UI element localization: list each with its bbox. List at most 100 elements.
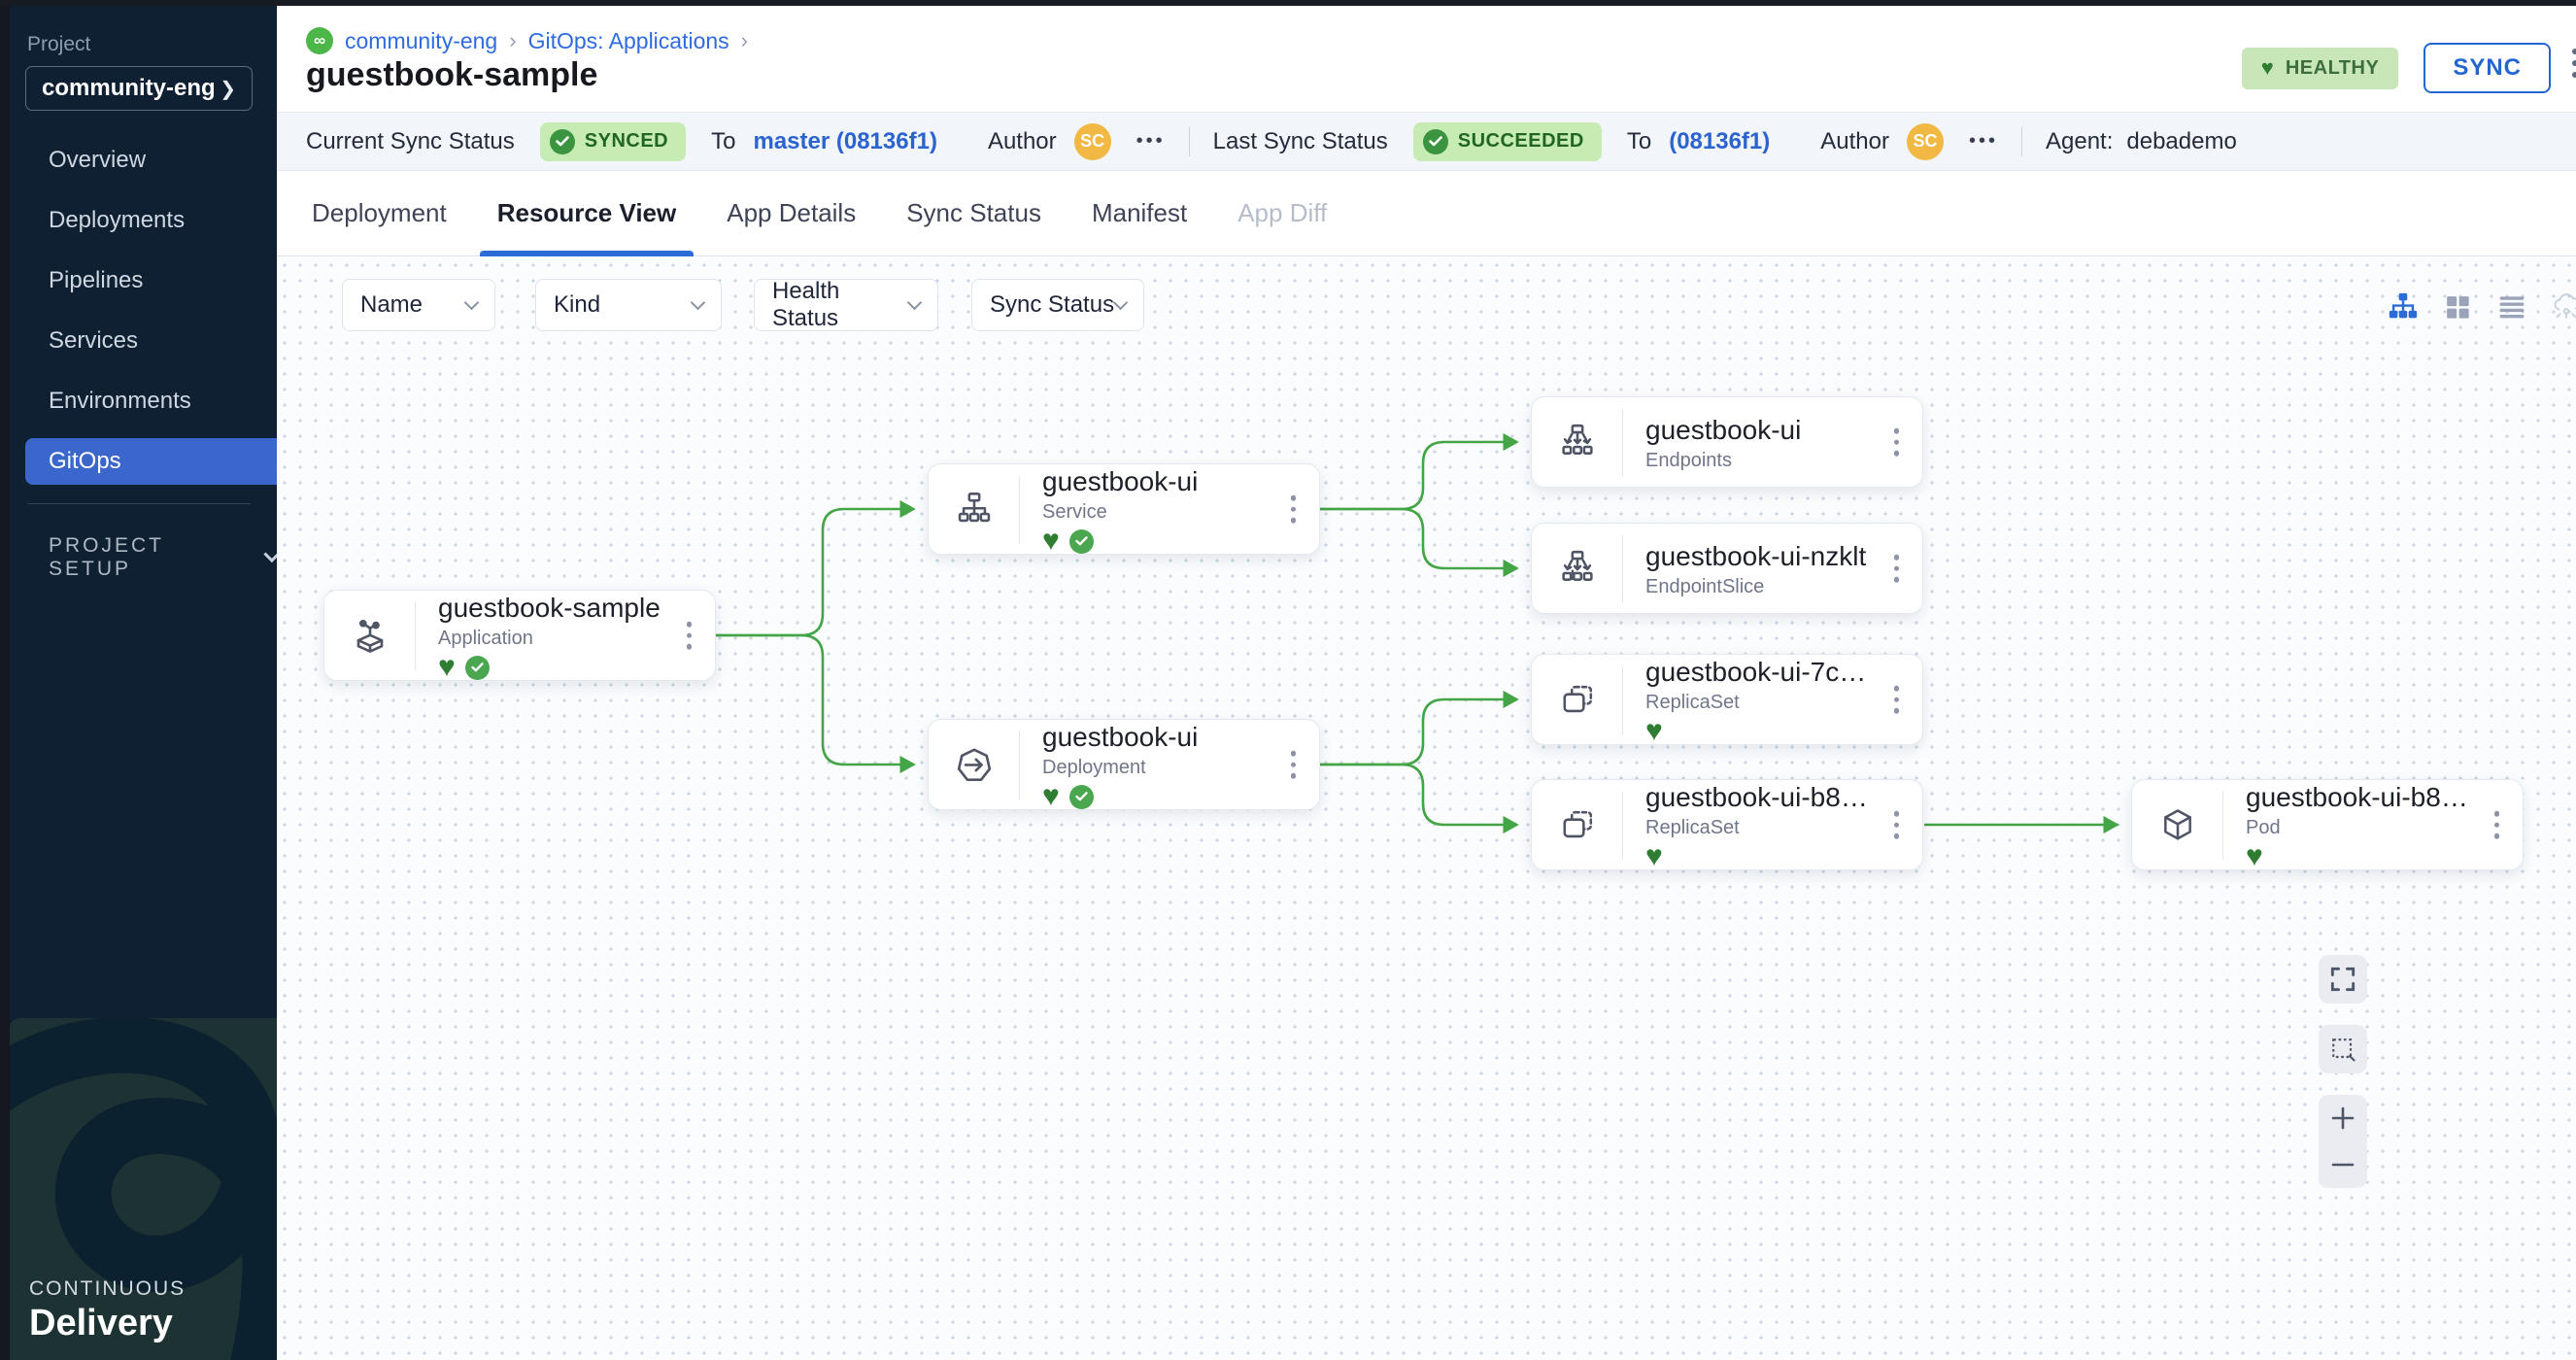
sidebar-item-environments[interactable]: Environments bbox=[10, 371, 277, 431]
sidebar-item-services[interactable]: Services bbox=[10, 311, 277, 371]
node-title: guestbook-sample bbox=[438, 592, 664, 625]
synced-check-icon bbox=[465, 656, 490, 680]
agent-label: Agent: bbox=[2046, 128, 2113, 155]
current-revision-link[interactable]: master (08136f1) bbox=[753, 128, 936, 155]
check-circle-icon bbox=[550, 129, 575, 154]
page-title: guestbook-sample bbox=[306, 56, 597, 94]
node-deployment-guestbook-ui[interactable]: guestbook-ui Deployment ♥ bbox=[928, 719, 1320, 810]
node-kind: Pod bbox=[2246, 815, 2472, 840]
node-menu-button[interactable] bbox=[1285, 490, 1303, 529]
endpointslice-icon bbox=[1545, 524, 1610, 615]
node-endpointslice-guestbook-ui-nzklt[interactable]: guestbook-ui-nzklt EndpointSlice bbox=[1531, 523, 1923, 614]
breadcrumb-separator: › bbox=[509, 28, 516, 53]
resource-graph-canvas[interactable]: Name Kind Health Status Sync Status bbox=[277, 257, 2576, 1360]
window-left-edge bbox=[0, 0, 10, 1360]
module-watermark: CONTINUOUS Delivery bbox=[10, 1018, 277, 1360]
zoom-in-button[interactable] bbox=[2328, 1104, 2357, 1133]
tab-sync-status[interactable]: Sync Status bbox=[885, 171, 1063, 256]
tab-app-diff[interactable]: App Diff bbox=[1216, 171, 1348, 256]
project-selector-value: community-eng bbox=[42, 75, 216, 102]
node-kind: Application bbox=[438, 626, 664, 651]
current-author-label: Author bbox=[988, 128, 1057, 155]
endpoints-icon bbox=[1545, 397, 1610, 489]
synced-badge-label: SYNCED bbox=[585, 130, 668, 153]
node-title: guestbook-ui bbox=[1042, 721, 1269, 754]
healthy-heart-icon: ♥ bbox=[1645, 719, 1663, 744]
health-status-badge: ♥ HEALTHY bbox=[2242, 48, 2399, 89]
breadcrumb-separator: › bbox=[741, 28, 748, 53]
healthy-heart-icon: ♥ bbox=[438, 655, 456, 680]
chevron-right-icon: ❯ bbox=[220, 77, 236, 101]
node-application-guestbook-sample[interactable]: guestbook-sample Application ♥ bbox=[323, 590, 716, 681]
sidebar-divider bbox=[27, 503, 251, 504]
node-menu-button[interactable] bbox=[1285, 745, 1303, 785]
node-status: ♥ bbox=[1042, 783, 1269, 810]
replicaset-icon bbox=[1545, 655, 1610, 746]
breadcrumb-project-link[interactable]: community-eng bbox=[345, 28, 497, 54]
node-kind: Endpoints bbox=[1645, 448, 1872, 473]
window-top-edge bbox=[0, 0, 2576, 6]
agent-name: debademo bbox=[2126, 128, 2236, 155]
sidebar-item-overview[interactable]: Overview bbox=[10, 130, 277, 190]
chevron-down-icon bbox=[263, 547, 277, 562]
check-circle-icon bbox=[1423, 129, 1448, 154]
healthy-heart-icon: ♥ bbox=[1042, 784, 1060, 809]
sidebar-item-pipelines[interactable]: Pipelines bbox=[10, 251, 277, 311]
project-label: Project bbox=[27, 33, 90, 56]
brand-delivery: Delivery bbox=[29, 1303, 186, 1344]
node-menu-button[interactable] bbox=[681, 616, 698, 656]
node-kind: ReplicaSet bbox=[1645, 815, 1872, 840]
node-kind: Service bbox=[1042, 499, 1269, 525]
brand-continuous: CONTINUOUS bbox=[29, 1277, 186, 1301]
node-menu-button[interactable] bbox=[1888, 680, 1906, 720]
current-author-avatar[interactable]: SC bbox=[1074, 123, 1111, 160]
breadcrumb-applications-link[interactable]: GitOps: Applications bbox=[528, 28, 729, 54]
zoom-out-button[interactable] bbox=[2328, 1150, 2357, 1179]
project-setup-toggle[interactable]: PROJECT SETUP bbox=[49, 534, 277, 581]
tab-app-details[interactable]: App Details bbox=[705, 171, 877, 256]
application-icon bbox=[338, 591, 402, 682]
node-menu-button[interactable] bbox=[1888, 805, 1906, 845]
fullscreen-button[interactable] bbox=[2319, 955, 2367, 1003]
node-endpoints-guestbook-ui[interactable]: guestbook-ui Endpoints bbox=[1531, 396, 1923, 488]
tab-manifest[interactable]: Manifest bbox=[1070, 171, 1208, 256]
sidebar-item-gitops[interactable]: GitOps bbox=[25, 438, 277, 485]
last-sync-label: Last Sync Status bbox=[1213, 128, 1388, 155]
node-title: guestbook-ui bbox=[1645, 414, 1872, 447]
app-tabs: Deployment Resource View App Details Syn… bbox=[277, 171, 2576, 256]
current-more-dots[interactable]: ••• bbox=[1136, 130, 1166, 153]
node-status: ♥ bbox=[1645, 718, 1872, 745]
synced-badge: SYNCED bbox=[540, 122, 686, 161]
current-to-label: To bbox=[711, 128, 735, 155]
node-replicaset-guestbook-ui-b848d5d9d[interactable]: guestbook-ui-b848d5d9d ReplicaSet ♥ bbox=[1531, 779, 1923, 870]
sidebar-item-deployments[interactable]: Deployments bbox=[10, 190, 277, 251]
last-author-avatar[interactable]: SC bbox=[1907, 123, 1944, 160]
node-title: guestbook-ui-7c64987dc9 bbox=[1645, 656, 1872, 689]
project-selector[interactable]: community-eng ❯ bbox=[25, 66, 253, 111]
node-service-guestbook-ui[interactable]: guestbook-ui Service ♥ bbox=[928, 463, 1320, 555]
sync-button[interactable]: SYNC bbox=[2423, 43, 2551, 93]
sidebar: Project community-eng ❯ Overview Deploym… bbox=[10, 6, 277, 1360]
node-menu-button[interactable] bbox=[2489, 805, 2506, 845]
healthy-heart-icon: ♥ bbox=[2246, 844, 2263, 869]
last-revision-link[interactable]: (08136f1) bbox=[1669, 128, 1770, 155]
node-title: guestbook-ui-nzklt bbox=[1645, 540, 1872, 573]
node-pod-guestbook-ui-b848d5d9[interactable]: guestbook-ui-b848d5d9... Pod ♥ bbox=[2131, 779, 2524, 870]
node-status: ♥ bbox=[1042, 527, 1269, 555]
replicaset-icon bbox=[1545, 780, 1610, 871]
node-title: guestbook-ui-b848d5d9d bbox=[1645, 781, 1872, 814]
page-header: ∞ community-eng › GitOps: Applications ›… bbox=[277, 6, 2576, 112]
tab-deployment[interactable]: Deployment bbox=[290, 171, 468, 256]
node-menu-button[interactable] bbox=[1888, 423, 1906, 462]
zoom-controls bbox=[2319, 1095, 2367, 1188]
node-menu-button[interactable] bbox=[1888, 549, 1906, 589]
tab-resource-view[interactable]: Resource View bbox=[476, 171, 698, 256]
marquee-select-button[interactable] bbox=[2319, 1025, 2367, 1073]
header-kebab-menu[interactable] bbox=[2568, 49, 2576, 78]
deployment-icon bbox=[942, 720, 1006, 811]
last-more-dots[interactable]: ••• bbox=[1969, 130, 1998, 153]
sidebar-nav: Overview Deployments Pipelines Services … bbox=[10, 130, 277, 492]
node-replicaset-guestbook-ui-7c64987dc9[interactable]: guestbook-ui-7c64987dc9 ReplicaSet ♥ bbox=[1531, 654, 1923, 745]
last-to-label: To bbox=[1627, 128, 1651, 155]
current-sync-label: Current Sync Status bbox=[306, 128, 515, 155]
